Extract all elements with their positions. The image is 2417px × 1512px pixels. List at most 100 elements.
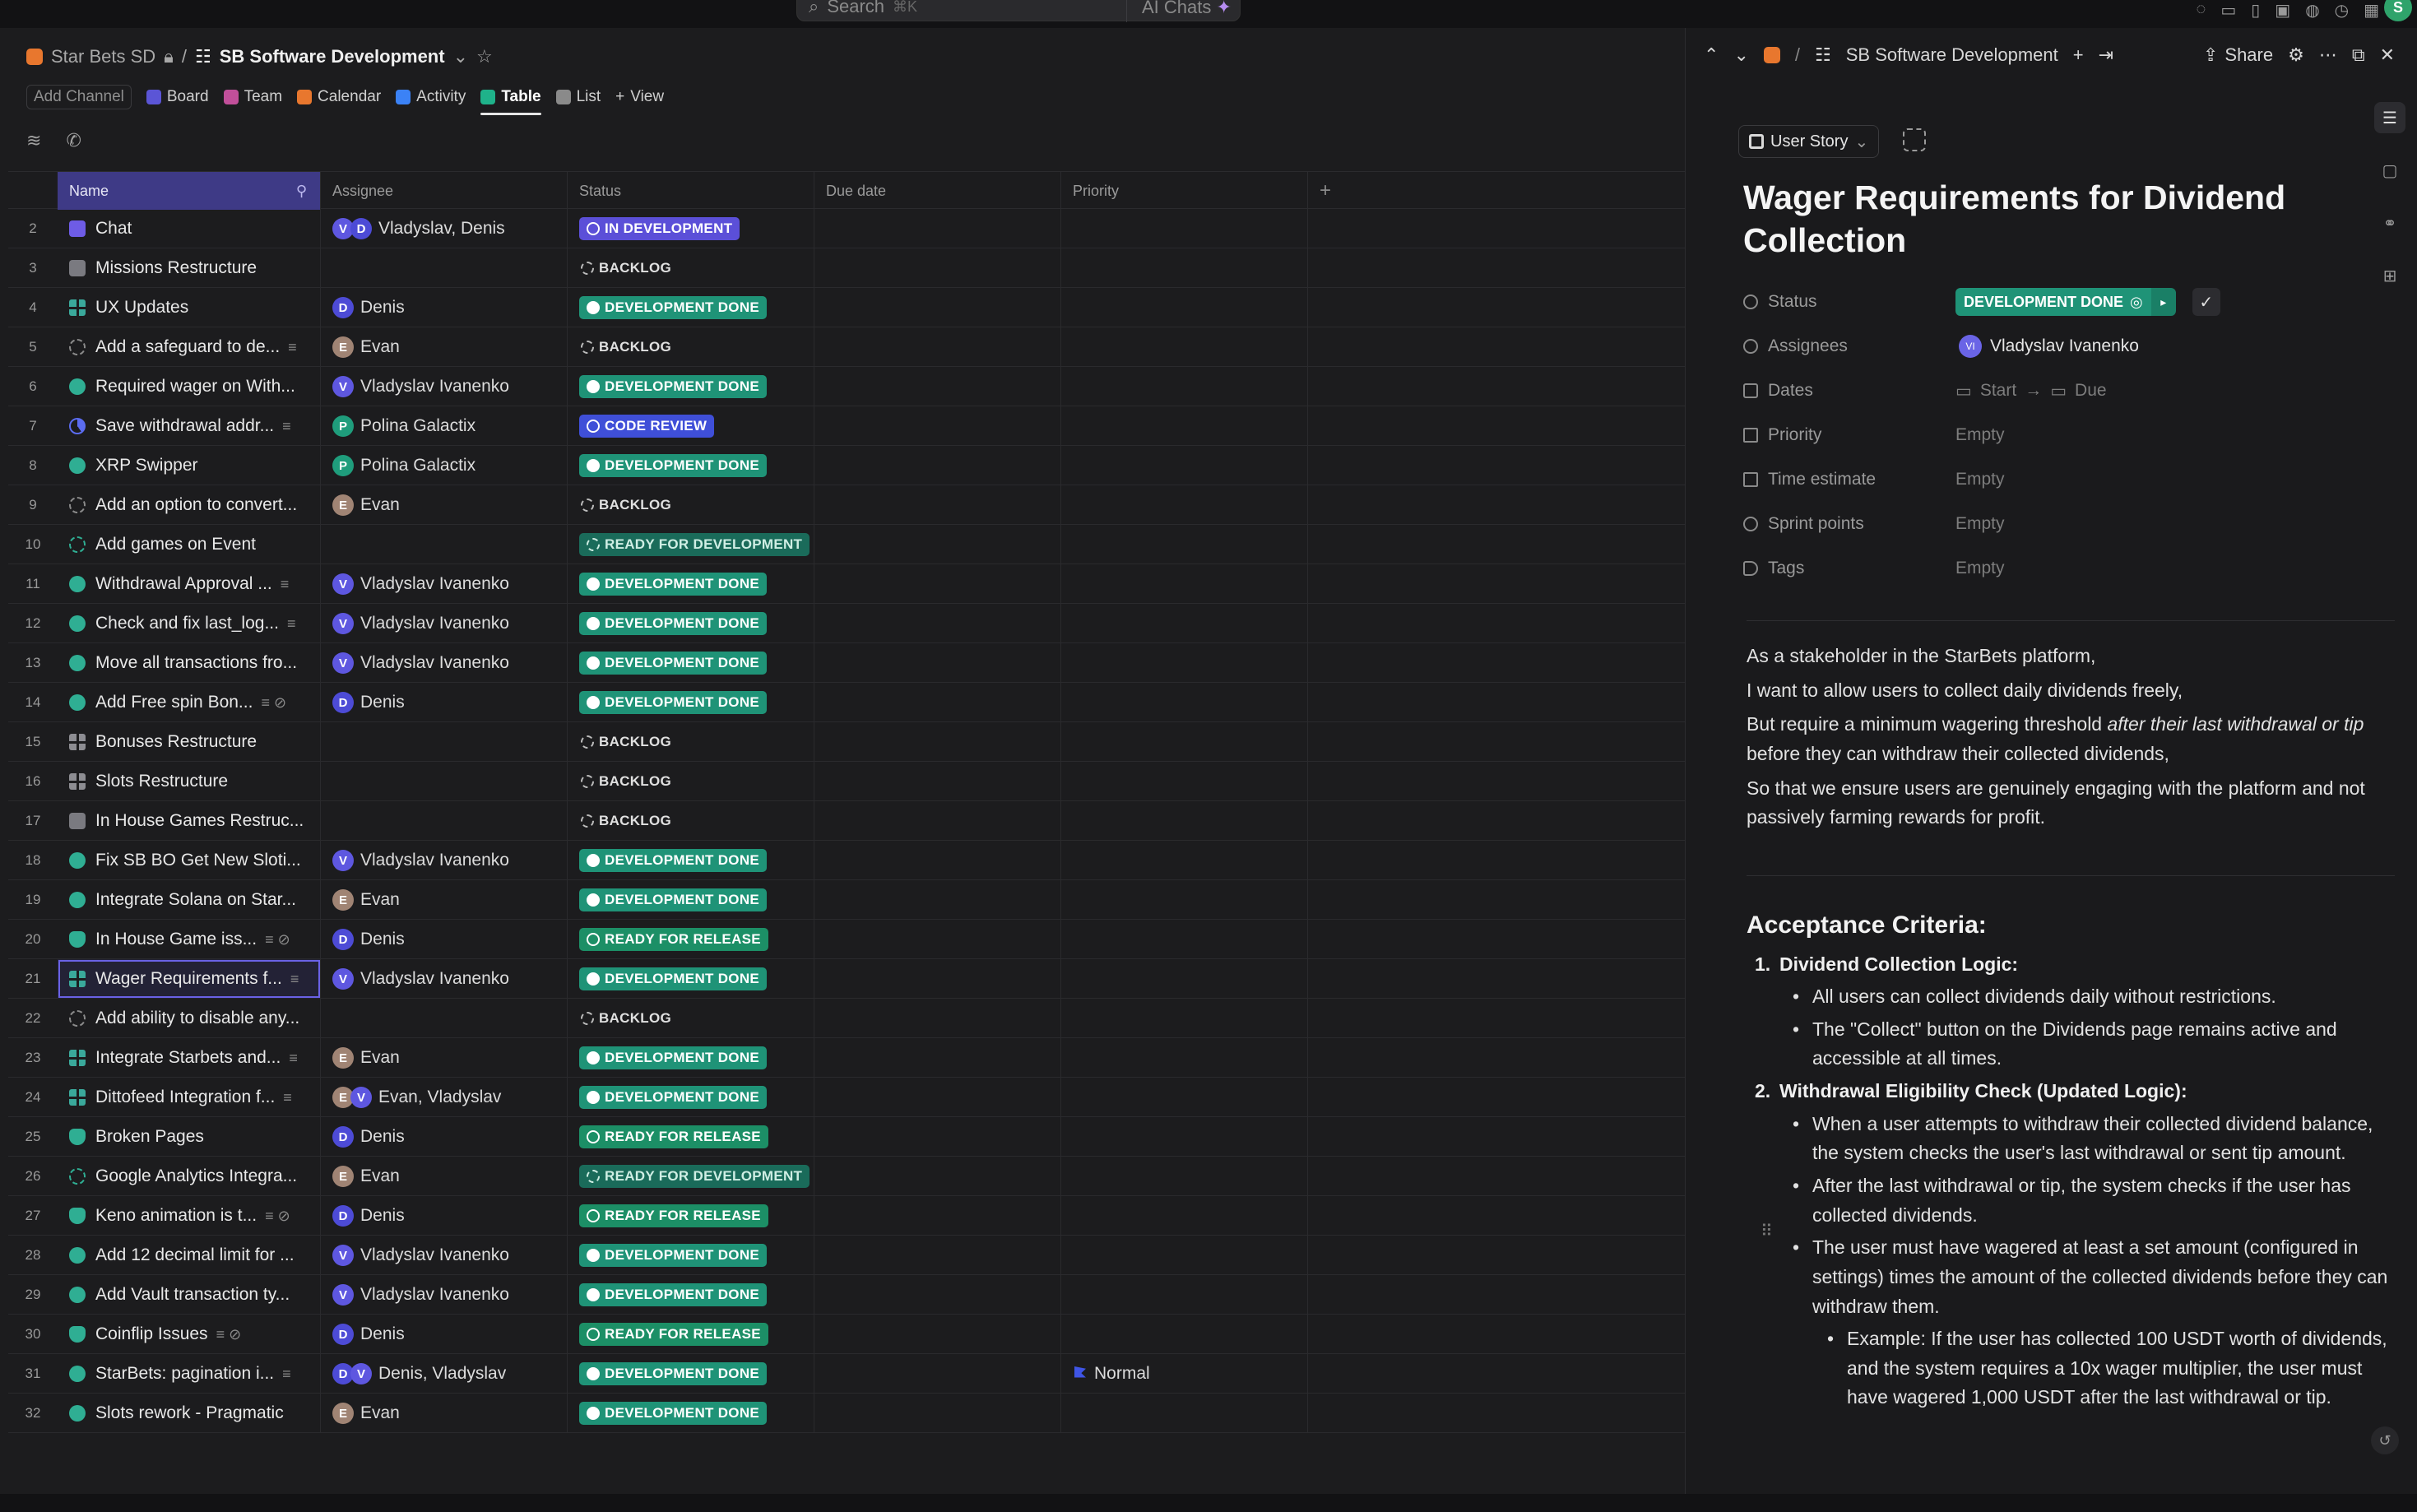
next-status-icon[interactable]: ▸ <box>2150 288 2176 316</box>
table-row[interactable]: 7 Save withdrawal addr... ≡ P Polina Galacti… <box>8 406 1685 446</box>
breadcrumb-space[interactable]: Star Bets SD <box>51 46 155 67</box>
priority-cell[interactable] <box>1061 1078 1308 1117</box>
assignee-cell[interactable] <box>321 722 568 762</box>
table-row[interactable]: 30 Coinflip Issues ≡ ⊘ D Denis READY FOR RELE… <box>8 1315 1685 1354</box>
task-name-cell[interactable]: Coinflip Issues ≡ ⊘ <box>58 1315 321 1354</box>
status-cell[interactable]: DEVELOPMENT DONE <box>568 446 814 485</box>
status-cell[interactable]: DEVELOPMENT DONE <box>568 367 814 406</box>
table-row[interactable]: 6 Required wager on With... V Vladyslav Iva… <box>8 367 1685 406</box>
priority-cell[interactable] <box>1061 604 1308 643</box>
task-name-cell[interactable]: Bonuses Restructure <box>58 722 321 762</box>
table-row[interactable]: 31 StarBets: pagination i... ≡ D V Denis, Vla… <box>8 1354 1685 1394</box>
status-badge[interactable]: DEVELOPMENT DONE <box>579 1046 768 1069</box>
status-cell[interactable]: READY FOR DEVELOPMENT <box>568 1157 814 1196</box>
due-date-cell[interactable] <box>814 1315 1061 1354</box>
table-row[interactable]: 2 Chat V D Vladyslav, Denis IN DEVELOPMENT <box>8 209 1685 248</box>
table-row[interactable]: 10 Add games on Event READY FOR DEVELOPMEN… <box>8 525 1685 564</box>
table-row[interactable]: 16 Slots Restructure BACKLOG <box>8 762 1685 801</box>
priority-cell[interactable] <box>1061 841 1308 880</box>
due-date-cell[interactable] <box>814 446 1061 485</box>
priority-cell[interactable] <box>1061 683 1308 722</box>
task-name-cell[interactable]: Withdrawal Approval ... ≡ <box>58 564 321 604</box>
status-badge[interactable]: DEVELOPMENT DONE <box>579 1402 768 1425</box>
column-header-assignee[interactable]: Assignee <box>321 172 568 210</box>
status-badge[interactable]: DEVELOPMENT DONE <box>579 1362 768 1385</box>
assignee-cell[interactable]: D Denis <box>321 288 568 327</box>
task-name-cell[interactable]: Fix SB BO Get New Sloti... <box>58 841 321 880</box>
due-date-cell[interactable] <box>814 1394 1061 1433</box>
status-cell[interactable]: BACKLOG <box>568 485 814 525</box>
status-cell[interactable]: DEVELOPMENT DONE <box>568 1078 814 1117</box>
priority-cell[interactable] <box>1061 1038 1308 1078</box>
assignee-cell[interactable] <box>321 248 568 288</box>
due-date-cell[interactable] <box>814 525 1061 564</box>
priority-cell[interactable] <box>1061 762 1308 801</box>
priority-cell[interactable] <box>1061 485 1308 525</box>
priority-cell[interactable] <box>1061 801 1308 841</box>
chevron-up-icon[interactable]: ⌃ <box>1704 44 1719 66</box>
assignee-cell[interactable] <box>321 999 568 1038</box>
status-cell[interactable]: BACKLOG <box>568 722 814 762</box>
expand-icon[interactable]: ⧉ <box>2352 44 2365 66</box>
phone-icon[interactable]: ✆ <box>66 130 81 151</box>
star-icon[interactable]: ☆ <box>476 46 493 67</box>
assignee-cell[interactable]: V Vladyslav Ivanenko <box>321 1275 568 1315</box>
acceptance-criteria[interactable]: Acceptance Criteria: 1. Dividend Collecti… <box>1747 907 2395 1412</box>
status-cell[interactable]: IN DEVELOPMENT <box>568 209 814 248</box>
due-date-cell[interactable] <box>814 722 1061 762</box>
assignee-cell[interactable]: P Polina Galactix <box>321 406 568 446</box>
due-date-cell[interactable] <box>814 920 1061 959</box>
table-row[interactable]: 24 Dittofeed Integration f... ≡ E V Evan, Vla… <box>8 1078 1685 1117</box>
due-date-cell[interactable] <box>814 1038 1061 1078</box>
table-row[interactable]: 12 Check and fix last_log... ≡ V Vladyslav I… <box>8 604 1685 643</box>
due-date-cell[interactable] <box>814 683 1061 722</box>
priority-cell[interactable] <box>1061 367 1308 406</box>
due-date-cell[interactable] <box>814 209 1061 248</box>
comments-icon[interactable]: ▢ <box>2374 155 2405 186</box>
status-cell[interactable]: BACKLOG <box>568 801 814 841</box>
due-date-cell[interactable] <box>814 762 1061 801</box>
due-date-cell[interactable] <box>814 880 1061 920</box>
due-date-cell[interactable] <box>814 406 1061 446</box>
priority-cell[interactable] <box>1061 1236 1308 1275</box>
status-badge[interactable]: DEVELOPMENT DONE <box>579 888 768 911</box>
task-name-cell[interactable]: Add 12 decimal limit for ... <box>58 1236 321 1275</box>
status-badge[interactable]: DEVELOPMENT DONE <box>579 1244 768 1267</box>
status-badge[interactable]: READY FOR RELEASE <box>579 928 768 951</box>
due-date-cell[interactable] <box>814 288 1061 327</box>
table-row[interactable]: 13 Move all transactions fro... V Vladyslav… <box>8 643 1685 683</box>
assignee-cell[interactable] <box>321 525 568 564</box>
status-badge[interactable]: CODE REVIEW <box>579 415 715 438</box>
inbox-icon[interactable]: ▭ <box>2220 0 2236 21</box>
priority-cell[interactable] <box>1061 1157 1308 1196</box>
table-row[interactable]: 27 Keno animation is t... ≡ ⊘ D Denis READY F… <box>8 1196 1685 1236</box>
due-date-cell[interactable] <box>814 1196 1061 1236</box>
status-cell[interactable]: DEVELOPMENT DONE <box>568 1038 814 1078</box>
due-date-cell[interactable] <box>814 564 1061 604</box>
status-badge[interactable]: BACKLOG <box>579 336 679 359</box>
task-name-cell[interactable]: In House Game iss... ≡ ⊘ <box>58 920 321 959</box>
task-name-cell[interactable]: Slots Restructure <box>58 762 321 801</box>
assignee-cell[interactable]: V Vladyslav Ivanenko <box>321 1236 568 1275</box>
table-row[interactable]: 15 Bonuses Restructure BACKLOG <box>8 722 1685 762</box>
assignee-cell[interactable]: D Denis <box>321 920 568 959</box>
assignee-cell[interactable]: E Evan <box>321 1157 568 1196</box>
drag-handle-icon[interactable]: ⠿ <box>1761 1221 1773 1241</box>
view-tab-calendar[interactable]: Calendar <box>297 82 381 112</box>
due-date-cell[interactable] <box>814 841 1061 880</box>
status-badge[interactable]: DEVELOPMENT DONE <box>579 1283 768 1306</box>
status-badge[interactable]: DEVELOPMENT DONE <box>579 849 768 872</box>
assignee-cell[interactable]: D Denis <box>321 1315 568 1354</box>
more-icon[interactable]: ⋯ <box>2319 44 2337 66</box>
table-row[interactable]: 17 In House Games Restruc... BACKLOG <box>8 801 1685 841</box>
table-row[interactable]: 21 Wager Requirements f... ≡ V Vladyslav Iva… <box>8 959 1685 999</box>
task-name-cell[interactable]: Slots rework - Pragmatic <box>58 1394 321 1433</box>
doc-icon[interactable]: ▯ <box>2251 0 2260 21</box>
assignee-cell[interactable]: V Vladyslav Ivanenko <box>321 959 568 999</box>
complete-check-button[interactable]: ✓ <box>2192 288 2220 316</box>
status-cell[interactable]: READY FOR RELEASE <box>568 1196 814 1236</box>
table-row[interactable]: 3 Missions Restructure BACKLOG <box>8 248 1685 288</box>
task-description[interactable]: As a stakeholder in the StarBets platfor… <box>1747 642 2395 837</box>
due-date-cell[interactable] <box>814 367 1061 406</box>
assignee-cell[interactable]: V Vladyslav Ivanenko <box>321 643 568 683</box>
